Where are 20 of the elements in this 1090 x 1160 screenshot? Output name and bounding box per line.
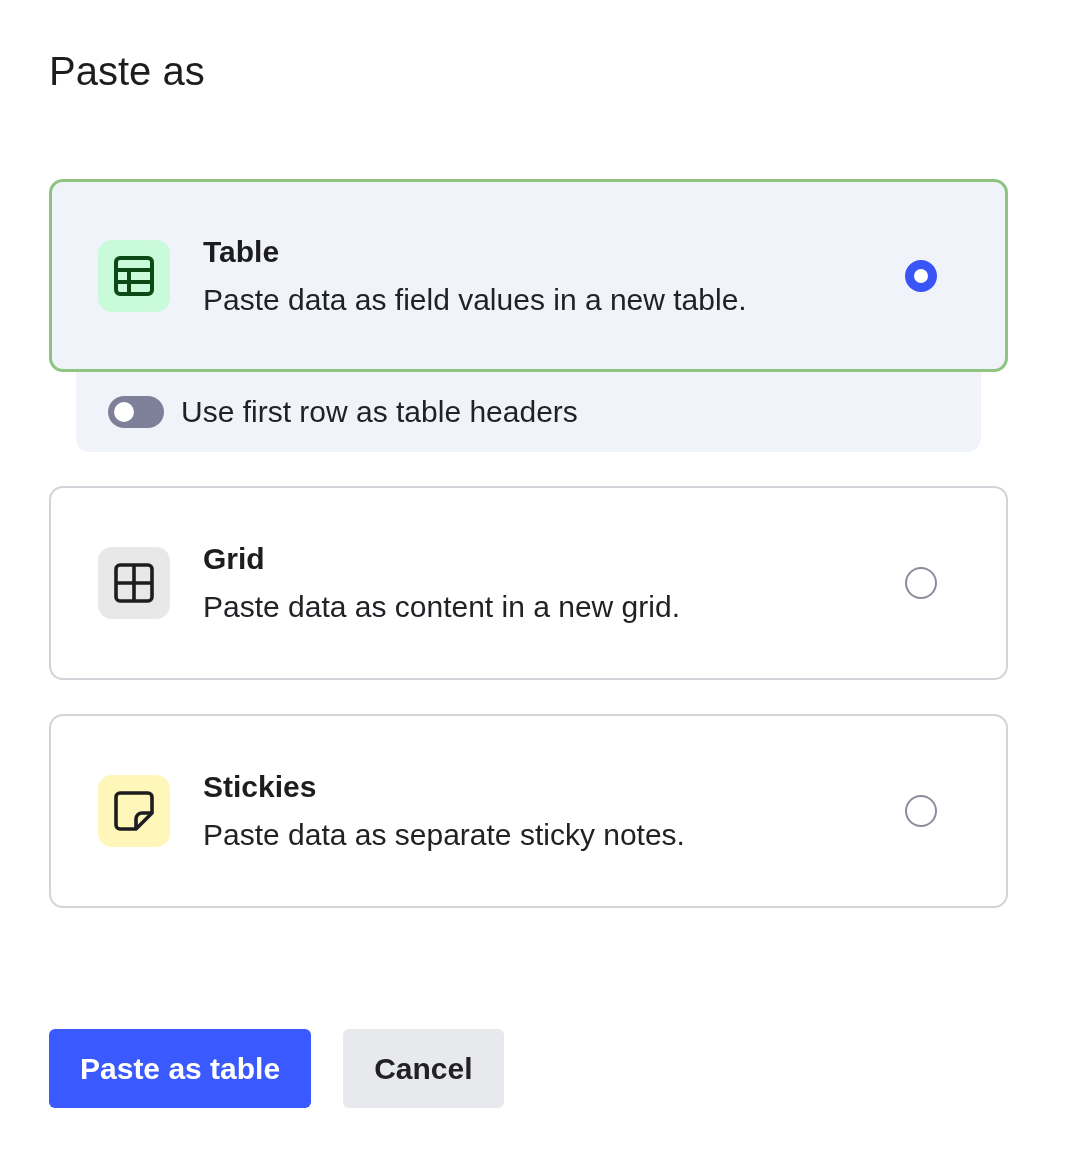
- paste-button[interactable]: Paste as table: [49, 1029, 312, 1108]
- radio-button[interactable]: [905, 567, 937, 599]
- option-title: Table: [203, 233, 280, 270]
- radio-button[interactable]: [905, 795, 937, 827]
- grid-icon: [98, 547, 170, 619]
- option-title: Stickies: [203, 769, 317, 805]
- cancel-button[interactable]: Cancel: [343, 1029, 504, 1108]
- option-description: Paste data as field values in a new table.: [203, 281, 747, 318]
- dialog-title: Paste as: [49, 48, 205, 95]
- option-card[interactable]: Stickies Paste data as separate sticky notes.: [49, 714, 1008, 908]
- option-card[interactable]: Grid Paste data as content in a new grid.: [49, 486, 1008, 680]
- option-card[interactable]: Table Paste data as field values in a new table.: [49, 179, 1008, 372]
- toggle-label: Use first row as table headers: [181, 394, 578, 430]
- option-title: Grid: [203, 541, 265, 577]
- radio-button[interactable]: [905, 259, 937, 292]
- sticky-note-icon: [98, 775, 170, 847]
- table-icon: [98, 239, 170, 312]
- option-description: Paste data as separate sticky notes.: [203, 817, 685, 853]
- option-description: Paste data as content in a new grid.: [203, 589, 680, 625]
- toggle-switch[interactable]: [108, 396, 164, 428]
